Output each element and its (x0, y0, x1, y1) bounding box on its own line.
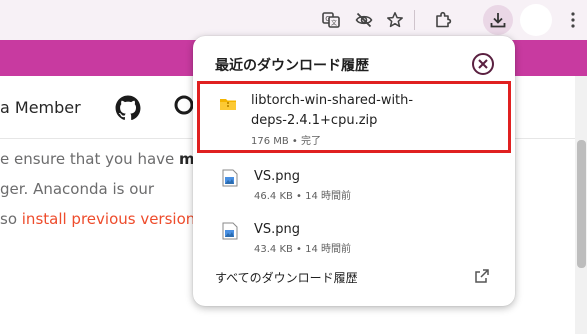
menu-icon[interactable] (565, 10, 581, 30)
install-previous-versions-link[interactable]: install previous versions (22, 210, 203, 228)
content-line-1: e ensure that you have me (0, 150, 205, 168)
github-icon[interactable] (115, 95, 141, 121)
download-item-name: VS.png (254, 222, 301, 237)
image-file-icon (222, 222, 238, 240)
image-file-icon (222, 169, 238, 187)
download-icon[interactable] (483, 5, 513, 35)
scrollbar-thumb[interactable] (577, 140, 586, 268)
svg-text:文: 文 (331, 19, 337, 27)
download-item-meta: 46.4 KB • 14 時間前 (254, 191, 352, 202)
content-line-3: so install previous versions (0, 210, 204, 228)
profile-avatar[interactable] (520, 4, 552, 36)
download-item[interactable]: VS.png 43.4 KB • 14 時間前 (193, 213, 515, 269)
download-item[interactable]: VS.png 46.4 KB • 14 時間前 (193, 160, 515, 216)
download-item-name: libtorch-win-shared-with- (251, 93, 414, 108)
eye-off-icon[interactable] (349, 5, 379, 35)
content-line-2: ger. Anaconda is our (0, 180, 155, 198)
zip-folder-icon (220, 99, 236, 110)
browser-toolbar: G 文 (0, 0, 587, 40)
star-icon[interactable] (380, 5, 410, 35)
download-item-name-cont: deps-2.4.1+cpu.zip (251, 113, 378, 128)
open-external-icon[interactable] (474, 268, 490, 284)
download-item-meta: 43.4 KB • 14 時間前 (254, 244, 352, 255)
toolbar-separator (414, 10, 415, 30)
extensions-icon[interactable] (428, 5, 458, 35)
translate-icon[interactable]: G 文 (316, 5, 346, 35)
download-item[interactable]: libtorch-win-shared-with- deps-2.4.1+cpu… (197, 81, 511, 153)
downloads-title: 最近のダウンロード履歴 (215, 58, 369, 74)
download-item-meta: 176 MB • 完了 (251, 136, 322, 147)
all-downloads-link[interactable]: すべてのダウンロード履歴 (215, 269, 358, 286)
download-item-name: VS.png (254, 169, 301, 184)
nav-member-link[interactable]: a Member (0, 98, 81, 117)
downloads-panel: 最近のダウンロード履歴 libtorch-win-shared-with- de… (193, 36, 515, 306)
close-icon[interactable] (471, 52, 495, 76)
